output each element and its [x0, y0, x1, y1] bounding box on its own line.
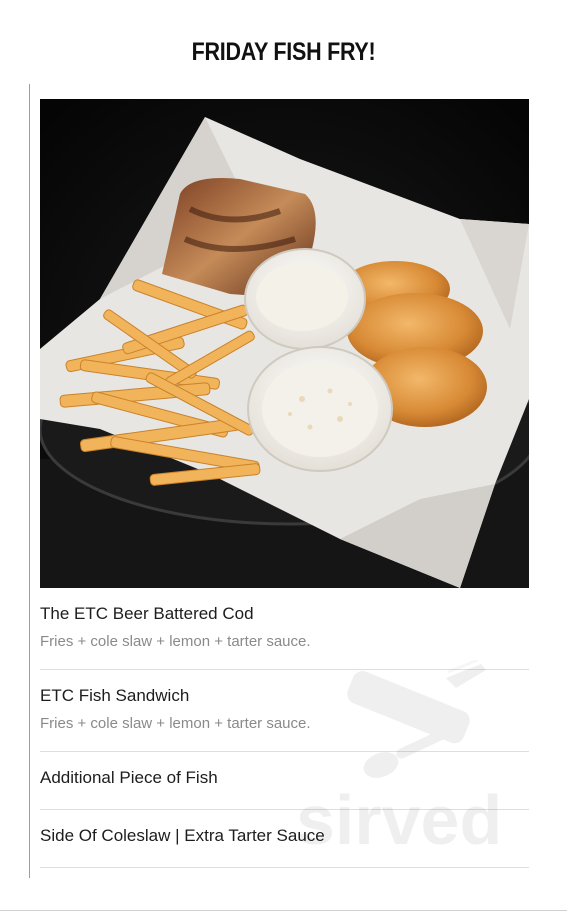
- menu-item-description: Fries + cole slaw + lemon + tarter sauce…: [40, 633, 311, 650]
- menu-item-name: ETC Fish Sandwich: [40, 686, 190, 705]
- menu-item[interactable]: ETC Fish Sandwich Fries + cole slaw + le…: [40, 670, 529, 752]
- menu-item[interactable]: Side Of Coleslaw | Extra Tarter Sauce: [40, 810, 529, 868]
- page-bottom-divider: [0, 910, 567, 911]
- menu-item[interactable]: Additional Piece of Fish: [40, 752, 529, 810]
- menu-item-list: The ETC Beer Battered Cod Fries + cole s…: [40, 588, 529, 868]
- menu-item-name: Additional Piece of Fish: [40, 768, 218, 787]
- menu-page: FRIDAY FISH FRY! The ETC Beer Battered C…: [0, 0, 567, 914]
- menu-item-name: Side Of Coleslaw | Extra Tarter Sauce: [40, 826, 325, 845]
- section-accent-line: [29, 84, 30, 878]
- fish-and-chips-basket-icon: [40, 99, 529, 588]
- section-title: FRIDAY FISH FRY!: [191, 38, 376, 66]
- fish-fry-photo[interactable]: [40, 99, 529, 588]
- menu-item-description: Fries + cole slaw + lemon + tarter sauce…: [40, 715, 311, 732]
- menu-item-name: The ETC Beer Battered Cod: [40, 604, 254, 623]
- menu-item[interactable]: The ETC Beer Battered Cod Fries + cole s…: [40, 588, 529, 670]
